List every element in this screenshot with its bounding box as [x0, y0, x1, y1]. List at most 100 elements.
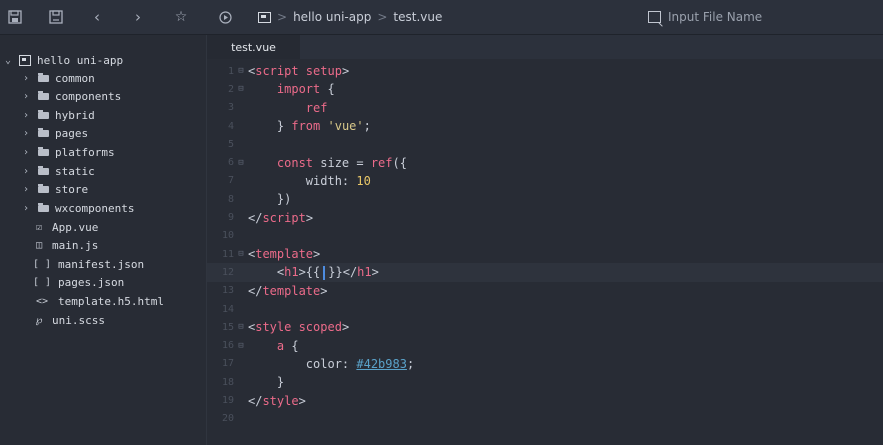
tab-test-vue[interactable]: test.vue [207, 35, 300, 59]
fold-toggle-icon[interactable]: ⊟ [234, 84, 248, 94]
line-number: 3 [227, 102, 234, 114]
code-line[interactable]: 16 ⊟ a { [207, 337, 883, 355]
code-line[interactable]: 20 [207, 410, 883, 428]
code-text: <style scoped> [248, 320, 349, 334]
tree-folder-static[interactable]: › static [21, 162, 95, 180]
line-number: 11 [221, 248, 234, 260]
star-icon[interactable]: ☆ [170, 8, 192, 26]
line-number: 9 [227, 212, 234, 224]
tree-folder-pages[interactable]: › pages [21, 125, 88, 143]
fold-toggle-icon[interactable]: ⊟ [234, 158, 248, 168]
fold-toggle-icon[interactable]: ⊟ [234, 322, 248, 332]
line-number: 10 [221, 230, 234, 242]
breadcrumb-project[interactable]: hello uni-app [293, 10, 371, 24]
code-token: h1 [357, 265, 372, 280]
tree-file-main-js[interactable]: ◫ main.js [32, 237, 98, 255]
code-token: template [262, 283, 321, 298]
tree-file-template-h5-html[interactable]: <> template.h5.html [32, 292, 164, 310]
code-token: > [298, 393, 306, 408]
code-token: script [262, 210, 306, 225]
line-number: 7 [227, 175, 234, 187]
code-text: a { [248, 339, 299, 353]
code-line[interactable]: 10 [207, 227, 883, 245]
code-line[interactable]: 14 [207, 300, 883, 318]
code-token: ref [370, 155, 393, 170]
code-line[interactable]: 18 } [207, 373, 883, 391]
code-token: ; [406, 356, 415, 371]
code-text: } from 'vue'; [248, 119, 371, 133]
code-line[interactable]: 11 ⊟ <template> [207, 245, 883, 263]
code-line[interactable]: 19 </style> [207, 391, 883, 409]
code-line[interactable]: 1 ⊟ <script setup> [207, 62, 883, 80]
tree-item-label: hybrid [55, 108, 95, 122]
run-icon[interactable] [214, 8, 236, 26]
fold-toggle-icon[interactable]: ⊟ [234, 341, 248, 351]
forward-icon[interactable]: › [127, 8, 149, 26]
code-token: from [291, 119, 321, 134]
chevron-right-icon: › [22, 128, 30, 140]
tree-folder-wxcomponents[interactable]: › wxcomponents [21, 199, 135, 217]
code-line[interactable]: 6 ⊟ const size = ref({ [207, 154, 883, 172]
save-alt-icon[interactable] [45, 8, 67, 26]
breadcrumb-separator: > [377, 10, 388, 24]
code-line[interactable]: 4 } from 'vue'; [207, 117, 883, 135]
tree-folder-common[interactable]: › common [21, 69, 95, 87]
code-line[interactable]: 12 <h1>{{}}</h1> [207, 263, 883, 282]
breadcrumb-separator: > [277, 10, 288, 24]
code-token: style scoped [255, 320, 342, 335]
chevron-right-icon: › [22, 184, 30, 196]
code-line[interactable]: 13 </template> [207, 282, 883, 300]
code-line[interactable]: 3 ref [207, 99, 883, 117]
breadcrumb-file[interactable]: test.vue [393, 10, 442, 24]
code-line[interactable]: 8 }) [207, 190, 883, 208]
code-token: script setup [255, 64, 342, 79]
code-token: const [276, 155, 314, 170]
line-number: 15 [221, 321, 234, 333]
tree-folder-components[interactable]: › components [21, 88, 121, 106]
code-line[interactable]: 17 color: #42b983; [207, 355, 883, 373]
tree-root-label: hello uni-app [37, 53, 124, 67]
tab-bar: test.vue [207, 35, 883, 59]
js-file-icon: ◫ [35, 240, 43, 252]
tree-file-manifest-json[interactable]: [ ] manifest.json [32, 255, 144, 273]
tree-file-App-vue[interactable]: ☑ App.vue [32, 218, 98, 236]
code-line[interactable]: 7 width: 10 [207, 172, 883, 190]
file-search-input[interactable]: Input File Name [648, 8, 883, 26]
fold-toggle-icon[interactable]: ⊟ [234, 66, 248, 76]
save-icon[interactable] [4, 8, 26, 26]
tree-item-label: platforms [55, 145, 115, 159]
code-token: </ [248, 393, 263, 408]
project-explorer: ⌄ hello uni-app › common › components › hybri… [0, 35, 207, 445]
code-text: const size = ref({ [248, 156, 407, 170]
code-token: { [320, 82, 335, 97]
tree-item-label: pages [55, 127, 89, 141]
json-file-icon: [ ] [32, 277, 52, 289]
html-file-icon: <> [35, 295, 49, 307]
code-line[interactable]: 15 ⊟ <style scoped> [207, 318, 883, 336]
line-number: 6 [227, 157, 234, 169]
tree-file-pages-json[interactable]: [ ] pages.json [32, 274, 124, 292]
tree-file-uni-scss[interactable]: ℘ uni.scss [32, 311, 105, 329]
line-number: 13 [221, 285, 234, 297]
breadcrumb: > hello uni-app > test.vue [258, 8, 442, 26]
top-toolbar: ‹ › ☆ > hello uni-app > test.vue Input F… [0, 0, 883, 35]
code-token: </ [248, 283, 263, 298]
tree-root[interactable]: ⌄ hello uni-app [3, 51, 123, 69]
tree-folder-platforms[interactable]: › platforms [21, 143, 115, 161]
code-line[interactable]: 9 </script> [207, 208, 883, 226]
fold-toggle-icon[interactable]: ⊟ [234, 249, 248, 259]
code-token: template [255, 247, 314, 262]
tree-folder-store[interactable]: › store [21, 181, 88, 199]
code-token: > [341, 64, 350, 79]
code-token: > [371, 265, 379, 280]
vue-file-icon: ☑ [35, 221, 43, 233]
code-line[interactable]: 2 ⊟ import { [207, 80, 883, 98]
code-editor[interactable]: 1 ⊟ <script setup> 2 ⊟ import {3 ref 4 } from… [207, 59, 883, 445]
back-icon[interactable]: ‹ [86, 8, 108, 26]
chevron-right-icon: › [22, 146, 30, 158]
code-line[interactable]: 5 [207, 135, 883, 153]
line-number: 2 [227, 83, 234, 95]
tree-folder-hybrid[interactable]: › hybrid [21, 106, 95, 124]
line-number: 16 [221, 340, 234, 352]
